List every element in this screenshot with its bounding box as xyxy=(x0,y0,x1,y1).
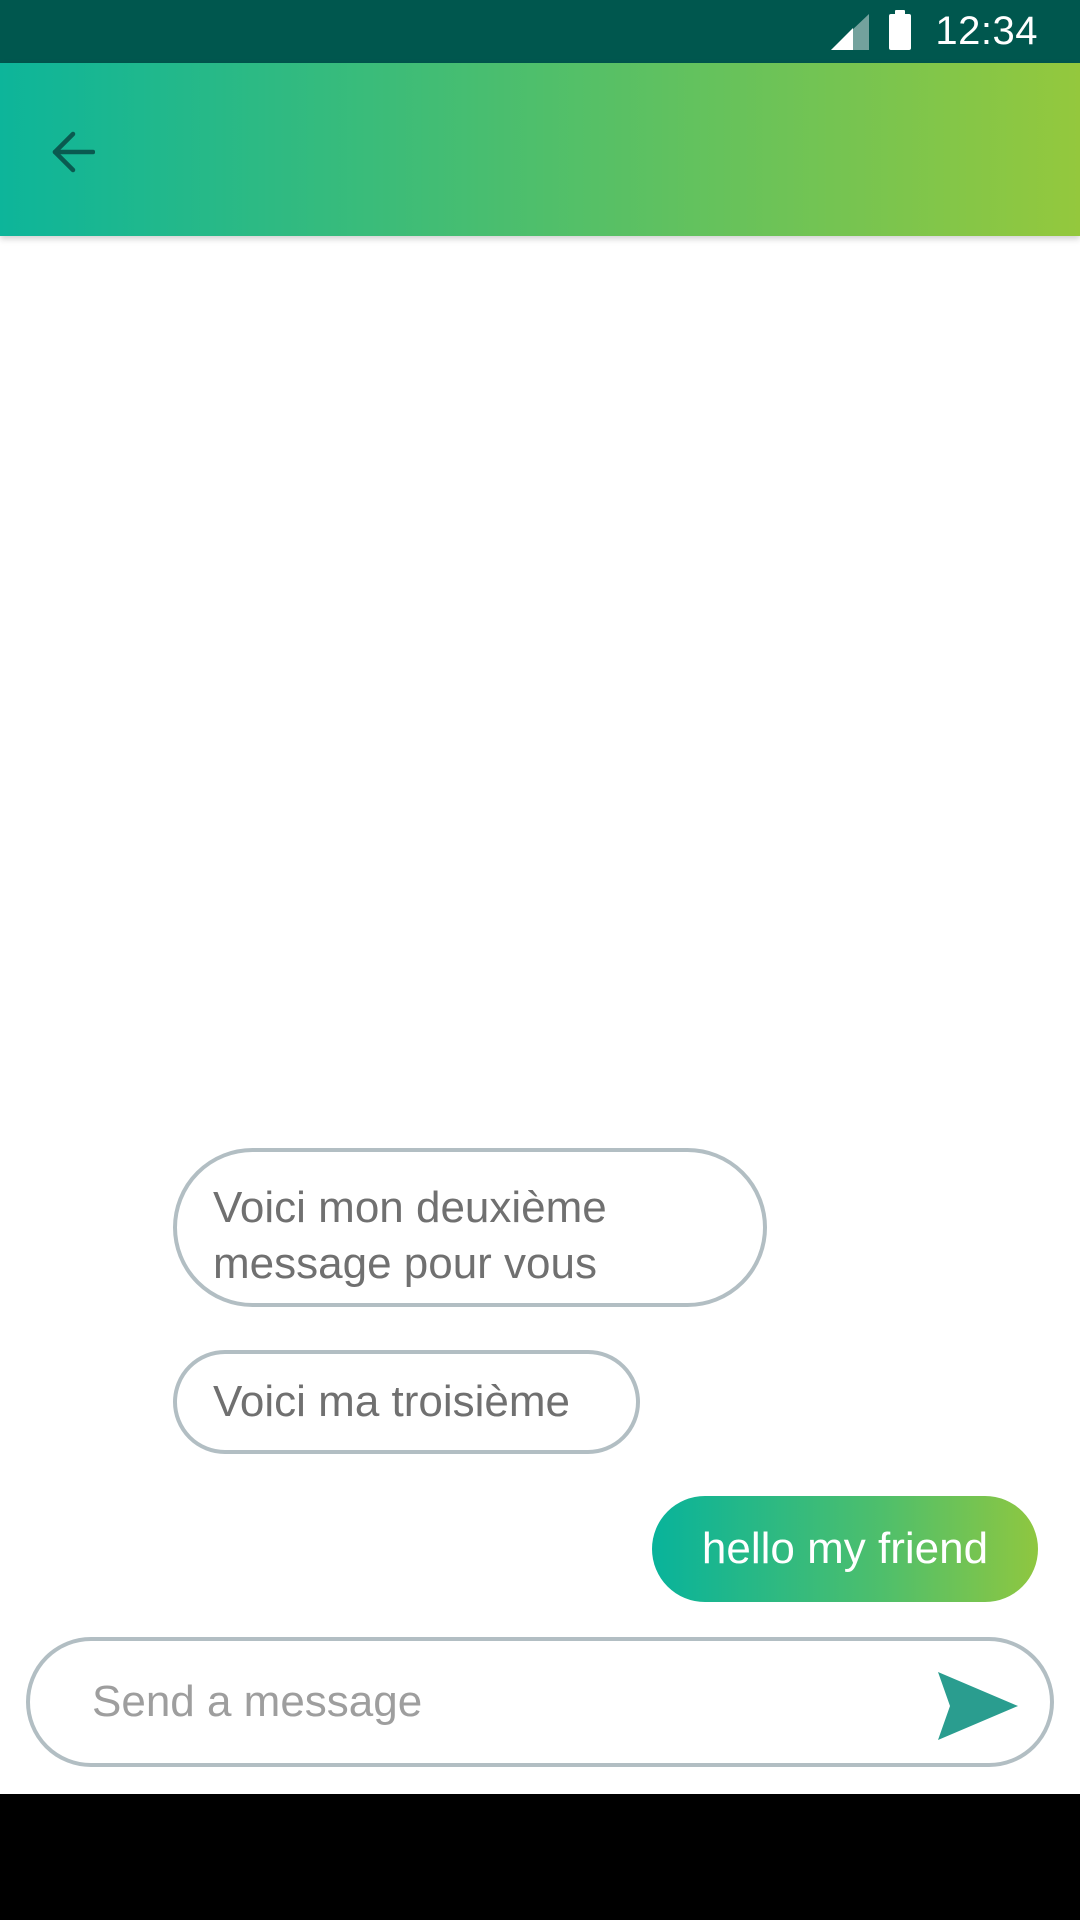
status-time: 12:34 xyxy=(935,9,1038,53)
app-bar xyxy=(0,63,1080,236)
system-navigation-bar xyxy=(0,1794,1080,1920)
status-bar: 12:34 xyxy=(0,0,1080,63)
signal-icon xyxy=(831,13,870,50)
incoming-message-bubble: Voici mon deuxième message pour vous xyxy=(173,1148,767,1307)
message-text: hello my friend xyxy=(701,1524,989,1573)
battery-icon xyxy=(889,9,912,50)
outgoing-message-bubble: hello my friend xyxy=(652,1496,1038,1602)
send-button[interactable] xyxy=(930,1665,1026,1747)
arrow-back-icon xyxy=(52,131,95,173)
incoming-message-bubble: Voici ma troisième xyxy=(173,1350,640,1454)
back-button[interactable] xyxy=(36,115,110,189)
message-composer xyxy=(26,1637,1054,1767)
message-text: Voici ma troisième xyxy=(213,1377,571,1426)
message-text: Voici mon deuxième message pour vous xyxy=(213,1183,607,1288)
chat-screen: 12:34 Voici mon deuxième message pour vo… xyxy=(0,0,1080,1920)
message-input[interactable] xyxy=(92,1669,912,1735)
send-icon xyxy=(938,1672,1018,1740)
